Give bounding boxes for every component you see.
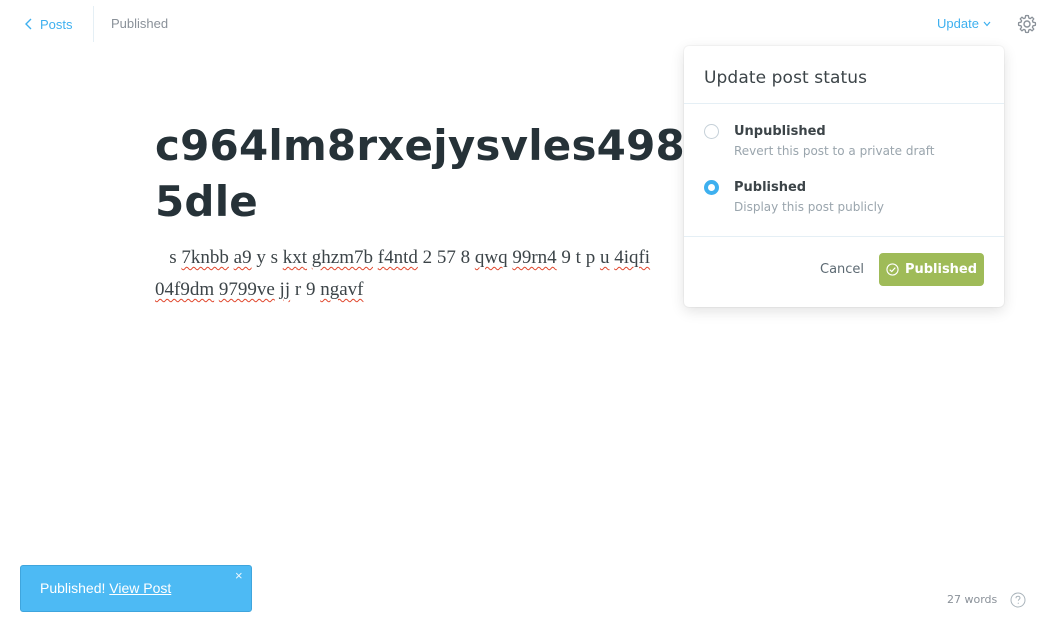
published-description: Display this post publicly <box>734 200 885 214</box>
body-word: s <box>270 247 278 268</box>
body-word: ngavf <box>320 279 364 300</box>
popover-divider <box>684 103 1004 104</box>
check-circle-icon <box>886 263 899 276</box>
chevron-down-icon <box>983 21 991 27</box>
body-word: 4iqfi <box>614 247 651 268</box>
popover-footer-divider <box>684 236 1004 237</box>
unpublished-radio[interactable] <box>704 124 719 139</box>
body-word: p <box>585 247 596 268</box>
word-count: 27 words <box>947 593 998 606</box>
editor-header: Posts Published Update <box>0 0 1050 48</box>
update-status-popover: Update post status Unpublished Revert th… <box>684 46 1004 307</box>
unpublished-label: Unpublished <box>734 124 826 139</box>
published-button-label: Published <box>904 262 978 277</box>
body-word: s <box>169 247 177 268</box>
view-post-link[interactable]: View Post <box>109 580 171 596</box>
published-label: Published <box>734 180 807 195</box>
body-word: 7knbb <box>181 247 229 268</box>
body-word: 9 <box>305 279 316 300</box>
toast-message-wrap: Published! View Post <box>40 580 171 596</box>
published-radio[interactable] <box>704 180 719 195</box>
body-word: y <box>256 247 266 268</box>
body-word: jj <box>279 279 291 300</box>
back-link-label: Posts <box>40 16 73 32</box>
close-icon[interactable]: × <box>235 569 243 583</box>
popover-title: Update post status <box>704 68 868 88</box>
back-to-posts-link[interactable]: Posts <box>24 15 73 33</box>
question-circle-icon[interactable] <box>1010 592 1026 608</box>
body-word: 57 <box>436 247 456 268</box>
header-divider <box>93 6 94 42</box>
body-word: r <box>294 279 302 300</box>
body-word: u <box>599 247 610 268</box>
update-label: Update <box>937 16 979 31</box>
chevron-left-icon <box>25 18 32 30</box>
unpublished-description: Revert this post to a private draft <box>734 144 935 158</box>
unpublished-option[interactable]: Unpublished Revert this post to a privat… <box>704 123 984 163</box>
body-word: 2 <box>422 247 433 268</box>
body-word: 9 <box>561 247 571 268</box>
body-word: f4ntd <box>377 247 418 268</box>
body-word: qwq <box>474 247 508 268</box>
body-word: 99rn4 <box>512 247 557 268</box>
gear-icon[interactable] <box>1017 14 1037 34</box>
body-word: t <box>575 247 581 268</box>
toast-message: Published! <box>40 580 106 596</box>
post-body[interactable]: s 7knbb a9 y s kxt ghzm7b f4ntd 2 57 8 q… <box>155 242 685 306</box>
published-button[interactable]: Published <box>879 253 984 286</box>
published-option[interactable]: Published Display this post publicly <box>704 179 984 219</box>
update-menu-button[interactable]: Update <box>937 16 991 31</box>
post-title[interactable]: c964lm8rxejysvles4985dle <box>155 118 685 230</box>
body-word: a9 <box>233 247 252 268</box>
cancel-button[interactable]: Cancel <box>820 262 864 277</box>
body-word: ghzm7b <box>311 247 373 268</box>
body-word: 8 <box>460 247 471 268</box>
body-word: kxt <box>282 247 308 268</box>
body-word: 9799ve <box>218 279 275 300</box>
body-word: 04f9dm <box>155 279 215 300</box>
published-toast: Published! View Post × <box>20 565 252 612</box>
post-status-label: Published <box>111 16 169 31</box>
